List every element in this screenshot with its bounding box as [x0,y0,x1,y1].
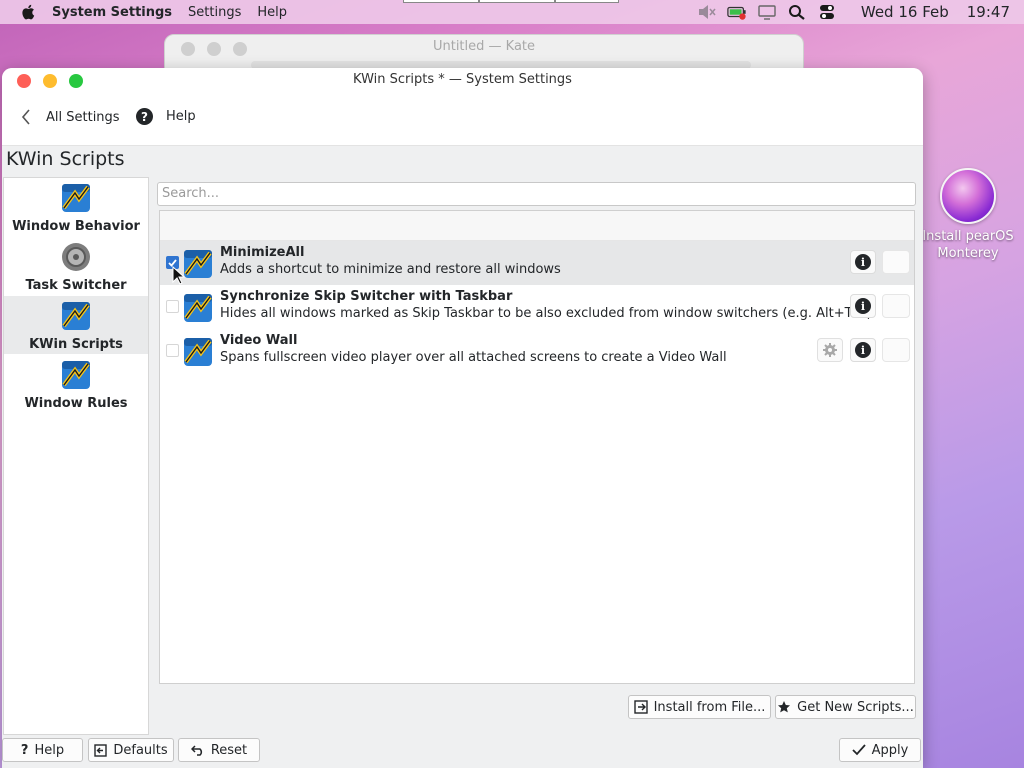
sidebar-item-label: Task Switcher [25,278,127,293]
apple-icon[interactable] [20,3,38,21]
desktop-icon-label-line1: Install pearOS [922,229,1014,244]
script-row-video-wall[interactable]: Video Wall Spans fullscreen video player… [160,329,914,373]
about-script-button[interactable]: i [850,250,876,274]
info-icon: i [855,298,871,314]
install-from-file-button[interactable]: Install from File... [628,695,771,719]
desktop-icon-install-pearos[interactable]: Install pearOS Monterey [918,168,1018,262]
delete-script-button[interactable] [882,250,910,274]
sidebar-item-label: KWin Scripts [29,337,123,352]
apply-button[interactable]: Apply [839,738,921,762]
panel-tab-stub [403,0,479,3]
get-new-scripts-label: Get New Scripts... [797,699,914,715]
panel-tab-stub [555,0,619,3]
navigation-bar: All Settings ? Help [2,92,923,146]
window-title: KWin Scripts * — System Settings [353,72,572,87]
top-menubar: System Settings Settings Help Wed 16 Feb… [0,0,1024,24]
script-enable-checkbox[interactable] [166,344,179,357]
control-center-icon[interactable] [817,4,837,20]
kwin-icon [62,361,90,389]
script-description: Adds a shortcut to minimize and restore … [220,262,561,277]
kate-window-title: Untitled — Kate [432,39,536,54]
sidebar-item-label: Window Rules [24,396,128,411]
script-name: MinimizeAll [220,245,305,260]
undo-icon [190,744,205,756]
menu-help[interactable]: Help [257,5,287,20]
list-header [160,211,914,241]
sidebar-item-window-behavior[interactable]: Window Behavior [4,178,148,236]
kwin-icon [62,302,90,330]
help-icon: ? [136,108,153,125]
script-description: Spans fullscreen video player over all a… [220,350,727,365]
delete-script-button[interactable] [882,294,910,318]
sidebar-item-kwin-scripts[interactable]: KWin Scripts [4,296,148,354]
battery-icon[interactable] [727,4,747,20]
menubar-app-name[interactable]: System Settings [52,5,172,20]
clock-date[interactable]: Wed 16 Feb [861,3,949,21]
apply-label: Apply [871,742,909,758]
scripts-list: MinimizeAll Adds a shortcut to minimize … [159,210,915,684]
clock-time[interactable]: 19:47 [967,3,1010,21]
system-settings-window: KWin Scripts * — System Settings All Set… [2,68,923,768]
help-footer-button[interactable]: ? Help [2,738,83,762]
install-from-file-label: Install from File... [653,699,766,715]
defaults-label: Defaults [113,742,168,758]
help-button[interactable]: ? Help [136,108,196,125]
sidebar-item-label: Window Behavior [12,219,140,234]
about-script-button[interactable]: i [850,338,876,362]
get-new-scripts-button[interactable]: Get New Scripts... [775,695,916,719]
reset-label: Reset [210,742,248,758]
sidebar-item-task-switcher[interactable]: Task Switcher [4,237,148,295]
all-settings-label: All Settings [46,109,120,125]
kwin-icon [62,184,90,212]
sidebar-item-window-rules[interactable]: Window Rules [4,355,148,413]
pearos-installer-icon [940,168,996,224]
mouse-cursor-icon [172,266,186,285]
question-icon: ? [20,742,29,758]
page-title: KWin Scripts [6,148,125,170]
menu-settings[interactable]: Settings [188,5,241,20]
defaults-icon [94,743,108,757]
script-row-synchronize-skip-switcher[interactable]: Synchronize Skip Switcher with Taskbar H… [160,285,914,329]
about-script-button[interactable]: i [850,294,876,318]
defaults-button[interactable]: Defaults [88,738,174,762]
volume-muted-icon[interactable] [697,4,717,20]
help-label: Help [166,109,196,124]
script-enable-checkbox[interactable] [166,300,179,313]
window-titlebar[interactable]: KWin Scripts * — System Settings [2,68,923,92]
chevron-left-icon [21,109,30,125]
reset-button[interactable]: Reset [178,738,260,762]
all-settings-button[interactable]: All Settings [20,108,120,126]
panel-tab-stub [479,0,555,3]
kwin-icon [184,294,212,322]
delete-script-button[interactable] [882,338,910,362]
gear-icon [823,343,837,357]
search-input[interactable]: Search... [157,182,916,206]
search-icon[interactable] [787,4,807,20]
display-icon[interactable] [757,4,777,20]
desktop-icon-label-line2: Monterey [937,246,999,261]
system-tray: Wed 16 Feb 19:47 [697,0,1024,24]
sidebar: Window Behavior Task Switcher KWin Scrip… [3,177,149,735]
task-switcher-icon [62,243,90,271]
script-name: Video Wall [220,333,298,348]
script-description: Hides all windows marked as Skip Taskbar… [220,306,872,321]
script-row-minimizeall[interactable]: MinimizeAll Adds a shortcut to minimize … [160,241,914,285]
star-icon [777,700,791,714]
configure-script-button[interactable] [817,338,843,362]
checkmark-icon [852,744,866,756]
info-icon: i [855,254,871,270]
kwin-icon [184,338,212,366]
script-name: Synchronize Skip Switcher with Taskbar [220,289,513,304]
import-icon [633,700,648,714]
kwin-icon [184,250,212,278]
help-footer-label: Help [34,742,65,758]
info-icon: i [855,342,871,358]
